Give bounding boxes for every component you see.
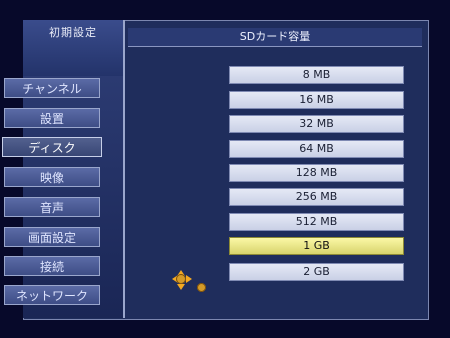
dpad-icon	[166, 264, 196, 294]
option-2gb[interactable]: 2 GB	[229, 263, 404, 281]
option-512mb[interactable]: 512 MB	[229, 213, 404, 231]
confirm-dot-icon	[197, 283, 206, 292]
sidebar-title: 初期設定	[49, 26, 97, 39]
option-32mb[interactable]: 32 MB	[229, 115, 404, 133]
sidebar-item-screen-settings[interactable]: 画面設定	[4, 227, 100, 247]
option-128mb[interactable]: 128 MB	[229, 164, 404, 182]
dpad-center-icon	[176, 274, 186, 284]
option-1gb-selected[interactable]: 1 GB	[229, 237, 404, 255]
arrow-down-icon	[177, 284, 185, 294]
option-8mb[interactable]: 8 MB	[229, 66, 404, 84]
sidebar-item-audio[interactable]: 音声	[4, 197, 100, 217]
sidebar-item-video[interactable]: 映像	[4, 167, 100, 187]
sidebar-item-channel[interactable]: チャンネル	[4, 78, 100, 98]
sidebar-item-setup[interactable]: 設置	[4, 108, 100, 128]
sidebar-item-connection[interactable]: 接続	[4, 256, 100, 276]
option-256mb[interactable]: 256 MB	[229, 188, 404, 206]
sidebar-item-disk[interactable]: ディスク	[2, 137, 102, 157]
page-title: SDカード容量	[128, 28, 422, 47]
option-16mb[interactable]: 16 MB	[229, 91, 404, 109]
option-64mb[interactable]: 64 MB	[229, 140, 404, 158]
arrow-right-icon	[186, 275, 196, 283]
sidebar-item-network[interactable]: ネットワーク	[4, 285, 100, 305]
